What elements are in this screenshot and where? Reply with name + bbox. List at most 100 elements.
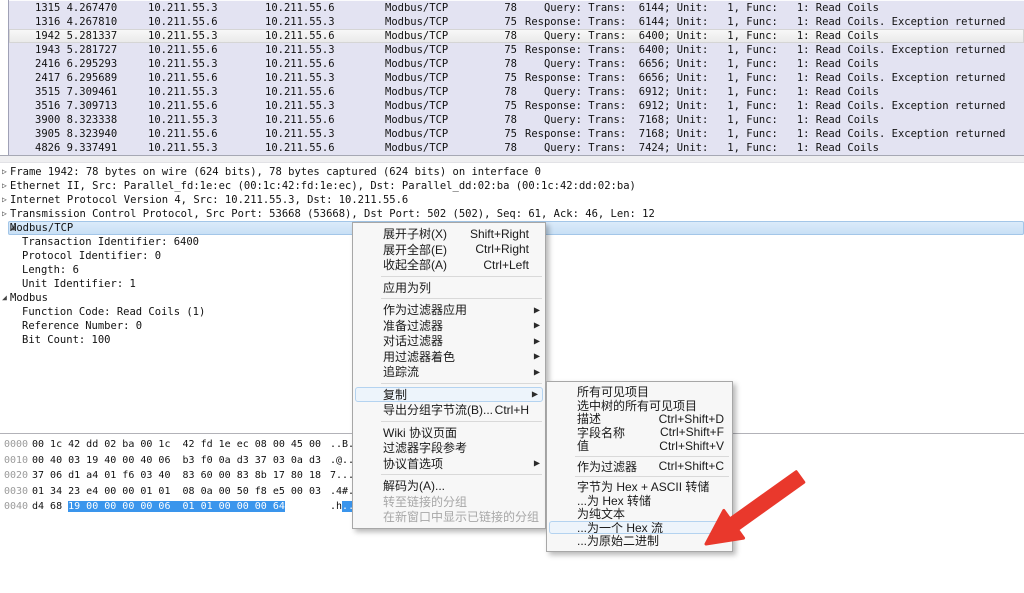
context-menu-item-label: 追踪流: [383, 363, 419, 380]
packet-col-destination: 10.211.55.6: [265, 57, 335, 71]
packet-col-no-time: 1316 4.267810: [35, 15, 117, 29]
expand-icon[interactable]: ▷: [2, 207, 7, 221]
context-menu-separator: [381, 421, 542, 422]
packet-row[interactable]: 1316 4.26781010.211.55.610.211.55.3Modbu…: [9, 15, 1024, 29]
packet-col-source: 10.211.55.6: [148, 15, 218, 29]
copy-submenu-item[interactable]: ...为 Hex 转储: [547, 494, 732, 508]
packet-col-source: 10.211.55.3: [148, 85, 218, 99]
copy-submenu-item-label: ...为原始二进制: [577, 532, 659, 549]
context-menu-item-label: 收起全部(A): [383, 256, 447, 273]
detail-row[interactable]: ▷Internet Protocol Version 4, Src: 10.21…: [0, 193, 1024, 207]
detail-row[interactable]: ▷Ethernet II, Src: Parallel_fd:1e:ec (00…: [0, 179, 1024, 193]
expand-icon[interactable]: ▷: [2, 193, 7, 207]
context-menu-item[interactable]: 追踪流▶: [353, 364, 545, 380]
packet-col-length: 78: [471, 141, 517, 155]
context-menu-item-label: 准备过滤器: [383, 317, 443, 334]
context-menu-item[interactable]: Wiki 协议页面: [353, 425, 545, 441]
detail-text: Length: 6: [22, 263, 79, 277]
copy-submenu-item[interactable]: 描述Ctrl+Shift+D: [547, 412, 732, 426]
expand-icon[interactable]: ▷: [2, 179, 7, 193]
context-menu-item-label: 复制: [383, 386, 407, 403]
packet-col-destination: 10.211.55.6: [265, 1, 335, 15]
packet-row[interactable]: 3900 8.32333810.211.55.310.211.55.6Modbu…: [9, 113, 1024, 127]
packet-col-length: 78: [471, 57, 517, 71]
expand-icon[interactable]: ▷: [2, 165, 7, 179]
packet-col-info: Response: Trans: 6912; Unit: 1, Func: 1:…: [525, 99, 1005, 113]
context-menu-separator: [381, 383, 542, 384]
context-menu: 展开子树(X)Shift+Right展开全部(E)Ctrl+Right收起全部(…: [352, 222, 546, 529]
copy-submenu-item-shortcut: Ctrl+Shift+F: [660, 425, 724, 439]
packet-row[interactable]: 1942 5.28133710.211.55.310.211.55.6Modbu…: [9, 29, 1024, 43]
packet-row[interactable]: 2417 6.29568910.211.55.610.211.55.3Modbu…: [9, 71, 1024, 85]
context-menu-item[interactable]: 过滤器字段参考: [353, 440, 545, 456]
context-menu-item[interactable]: 展开全部(E)Ctrl+Right: [353, 242, 545, 258]
copy-submenu-item[interactable]: 值Ctrl+Shift+V: [547, 439, 732, 453]
detail-row[interactable]: ▷Frame 1942: 78 bytes on wire (624 bits)…: [0, 165, 1024, 179]
context-menu-item-shortcut: Ctrl+Right: [475, 242, 529, 256]
hex-bytes[interactable]: 01 34 23 e4 00 00 01 01 08 0a 00 50 f8 e…: [32, 484, 321, 500]
context-menu-item-label: 作为过滤器应用: [383, 301, 467, 318]
hex-bytes-plain: 37 06 d1 a4 01 f6 03 40 83 60 00 83 8b 1…: [32, 470, 321, 481]
hex-bytes-plain: 00 40 03 19 40 00 40 06 b3 f0 0a d3 37 0…: [32, 455, 321, 466]
context-menu-item-label: 对话过滤器: [383, 332, 443, 349]
context-menu-item[interactable]: 协议首选项▶: [353, 456, 545, 472]
detail-text: Reference Number: 0: [22, 319, 142, 333]
detail-text: Ethernet II, Src: Parallel_fd:1e:ec (00:…: [10, 179, 636, 193]
copy-submenu-item[interactable]: 字段名称Ctrl+Shift+F: [547, 426, 732, 440]
hex-bytes[interactable]: 00 1c 42 dd 02 ba 00 1c 42 fd 1e ec 08 0…: [32, 437, 321, 453]
packet-col-protocol: Modbus/TCP: [385, 85, 448, 99]
context-menu-item[interactable]: 用过滤器着色▶: [353, 349, 545, 365]
collapse-icon[interactable]: ◢: [2, 291, 7, 305]
copy-submenu-item[interactable]: 作为过滤器Ctrl+Shift+C: [547, 460, 732, 474]
context-menu-item[interactable]: 导出分组字节流(B)...Ctrl+H: [353, 402, 545, 418]
packet-row[interactable]: 3516 7.30971310.211.55.610.211.55.3Modbu…: [9, 99, 1024, 113]
packet-row[interactable]: 2416 6.29529310.211.55.310.211.55.6Modbu…: [9, 57, 1024, 71]
packet-col-length: 75: [471, 15, 517, 29]
context-menu-item[interactable]: 应用为列: [353, 280, 545, 296]
packet-col-source: 10.211.55.3: [148, 141, 218, 155]
wireshark-window: 1315 4.26747010.211.55.310.211.55.6Modbu…: [0, 0, 1024, 593]
packet-row[interactable]: 1315 4.26747010.211.55.310.211.55.6Modbu…: [9, 1, 1024, 15]
hex-offset: 0000: [4, 437, 28, 453]
context-menu-item[interactable]: 展开子树(X)Shift+Right: [353, 226, 545, 242]
packet-col-no-time: 3905 8.323940: [35, 127, 117, 141]
hex-bytes[interactable]: 00 40 03 19 40 00 40 06 b3 f0 0a d3 37 0…: [32, 453, 321, 469]
packet-row[interactable]: 1943 5.28172710.211.55.610.211.55.3Modbu…: [9, 43, 1024, 57]
packet-col-source: 10.211.55.3: [148, 57, 218, 71]
context-menu-separator: [381, 474, 542, 475]
context-menu-item-label: 转至链接的分组: [383, 493, 467, 510]
packet-col-info: Query: Trans: 6912; Unit: 1, Func: 1: Re…: [525, 85, 879, 99]
packet-col-destination: 10.211.55.6: [265, 29, 335, 43]
context-menu-item-label: 过滤器字段参考: [383, 439, 467, 456]
copy-submenu-item-shortcut: Ctrl+Shift+V: [659, 439, 724, 453]
hex-bytes[interactable]: 37 06 d1 a4 01 f6 03 40 83 60 00 83 8b 1…: [32, 468, 321, 484]
packet-row[interactable]: 3905 8.32394010.211.55.610.211.55.3Modbu…: [9, 127, 1024, 141]
packet-col-source: 10.211.55.6: [148, 99, 218, 113]
context-menu-item[interactable]: 复制▶: [355, 387, 543, 403]
context-menu-item-label: 展开子树(X): [383, 225, 447, 242]
detail-row[interactable]: ▷Transmission Control Protocol, Src Port…: [0, 207, 1024, 221]
context-menu-item[interactable]: 解码为(A)...: [353, 478, 545, 494]
detail-text: Bit Count: 100: [22, 333, 111, 347]
hex-bytes[interactable]: d4 68 19 00 00 00 00 06 01 01 00 00 00 6…: [32, 499, 285, 515]
copy-submenu-item[interactable]: ...为原始二进制: [547, 534, 732, 548]
submenu-arrow-icon: ▶: [534, 321, 540, 330]
context-menu-item[interactable]: 准备过滤器 ▶: [353, 318, 545, 334]
packet-col-no-time: 2417 6.295689: [35, 71, 117, 85]
hex-offset: 0030: [4, 484, 28, 500]
packet-col-destination: 10.211.55.6: [265, 141, 335, 155]
context-menu-item[interactable]: 收起全部(A)Ctrl+Left: [353, 257, 545, 273]
context-menu-item[interactable]: 对话过滤器▶: [353, 333, 545, 349]
copy-submenu-item-shortcut: Ctrl+Shift+D: [659, 412, 724, 426]
packet-col-info: Query: Trans: 6400; Unit: 1, Func: 1: Re…: [525, 29, 879, 43]
context-menu-separator: [381, 298, 542, 299]
packet-col-protocol: Modbus/TCP: [385, 127, 448, 141]
context-menu-item[interactable]: 作为过滤器应用▶: [353, 302, 545, 318]
submenu-arrow-icon: ▶: [534, 352, 540, 361]
packet-row[interactable]: 3515 7.30946110.211.55.310.211.55.6Modbu…: [9, 85, 1024, 99]
detail-text: Transaction Identifier: 6400: [22, 235, 199, 249]
packet-col-no-time: 3900 8.323338: [35, 113, 117, 127]
pane-splitter[interactable]: [0, 155, 1024, 163]
packet-row[interactable]: 4826 9.33749110.211.55.310.211.55.6Modbu…: [9, 141, 1024, 155]
copy-submenu-item[interactable]: 选中树的所有可见项目: [547, 399, 732, 413]
